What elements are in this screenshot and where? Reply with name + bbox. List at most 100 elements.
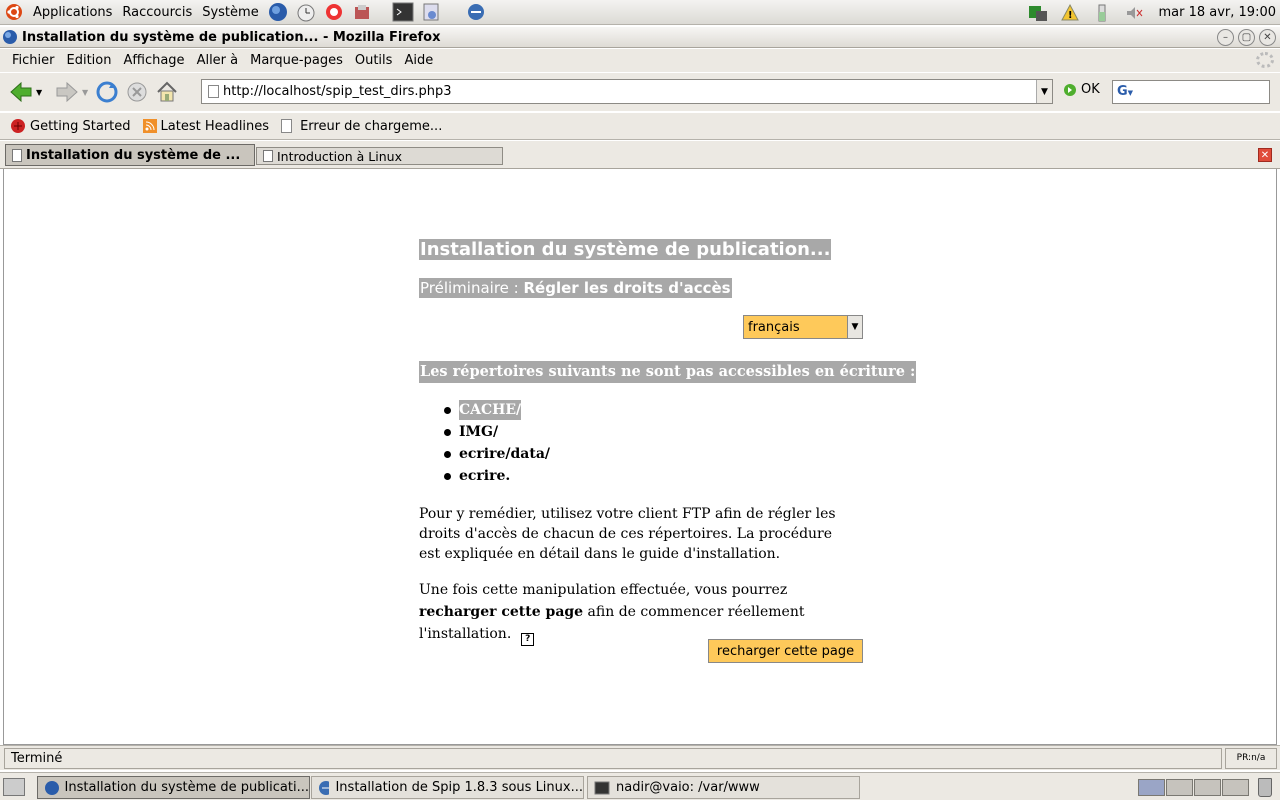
close-tab-icon[interactable]: ✕ [1258,148,1272,162]
tab-introduction-linux[interactable]: Introduction à Linux [256,147,503,165]
instructions-paragraph: Pour y remédier, utilisez votre client F… [419,506,836,562]
menu-help[interactable]: Aide [398,53,439,68]
directories-heading: Les répertoires suivants ne sont pas acc… [419,361,917,383]
gaim-launcher-icon[interactable] [465,1,487,23]
bookmark-latest-headlines[interactable]: Latest Headlines [142,118,270,134]
workspace-4[interactable] [1222,779,1249,796]
list-item: IMG/ [443,421,550,443]
minimize-icon[interactable]: – [1217,29,1234,46]
tab-label: Introduction à Linux [277,148,402,164]
step-title: Régler les droits d'accès [523,279,731,297]
help-lifebuoy-icon[interactable] [323,1,345,23]
help-icon[interactable]: ? [521,632,535,646]
bookmark-label: Erreur de chargeme... [300,118,443,134]
status-text: Terminé [4,748,1222,769]
directory-name: ecrire/data/ [459,446,551,462]
bottom-panel: Installation du système de publicati... … [0,772,1280,800]
page-icon [12,148,22,162]
window-titlebar[interactable]: Installation du système de publication..… [0,27,1280,48]
status-bar: Terminé PR:n/a [0,745,1280,770]
panel-menu-system[interactable]: Système [197,5,263,20]
menu-view[interactable]: Affichage [117,53,190,68]
ubuntu-logo-icon[interactable] [3,1,25,23]
taskbar-item-spip-guide[interactable]: Installation de Spip 1.8.3 sous Linux... [311,776,584,799]
url-history-dropdown-icon[interactable]: ▼ [1036,80,1052,103]
panel-menu-shortcuts[interactable]: Raccourcis [117,5,197,20]
step-prefix: Préliminaire : [420,279,519,297]
go-button[interactable]: OK [1063,82,1100,97]
panel-menu-applications[interactable]: Applications [28,5,117,20]
workspace-3[interactable] [1194,779,1221,796]
search-input[interactable]: G▼ [1112,80,1270,104]
top-panel: Applications Raccourcis Système ! mar 18… [0,0,1280,25]
page-icon [208,85,219,98]
clock-launcher-icon[interactable] [295,1,317,23]
reload-icon[interactable] [92,77,122,107]
network-applet-icon[interactable] [1027,2,1049,24]
status-indicator: PR:n/a [1225,748,1277,769]
show-desktop-icon[interactable] [3,778,25,796]
bookmark-getting-started[interactable]: Getting Started [10,118,131,134]
home-icon[interactable] [152,77,182,107]
tab-installation[interactable]: Installation du système de ... [5,144,255,166]
bookmark-label: Latest Headlines [160,118,270,134]
panel-clock[interactable]: mar 18 avr, 19:00 [1158,5,1276,20]
bookmark-loading-error[interactable]: Erreur de chargeme... [281,119,442,134]
step-heading: Préliminaire : Régler les droits d'accès [419,278,732,298]
taskbar-label: Installation de Spip 1.8.3 sous Linux... [335,780,583,795]
taskbar-item-firefox-install[interactable]: Installation du système de publicati... [37,776,310,799]
forward-history-dropdown-icon[interactable]: ▼ [82,88,92,97]
menu-bookmarks[interactable]: Marque-pages [244,53,349,68]
page-title: Installation du système de publication..… [419,239,832,260]
language-select[interactable]: français ▼ [743,315,863,339]
back-history-dropdown-icon[interactable]: ▼ [36,88,46,97]
taskbar-item-terminal[interactable]: nadir@vaio: /var/www [587,776,860,799]
reload-text-bold: recharger cette page [419,604,584,620]
bookmark-label: Getting Started [30,118,131,134]
directory-name: ecrire. [459,468,511,484]
terminal-launcher-icon[interactable] [392,1,414,23]
page-icon [281,119,293,133]
menu-edit[interactable]: Edition [61,53,118,68]
bookmarks-toolbar: Getting Started Latest Headlines Erreur … [0,112,1280,140]
tab-label: Installation du système de ... [26,147,241,163]
file-browser-launcher-icon[interactable] [420,1,442,23]
go-button-label: OK [1081,82,1100,97]
page-viewport: Installation du système de publication..… [3,169,1277,745]
address-bar[interactable]: ▼ [201,79,1053,104]
close-icon[interactable]: ✕ [1259,29,1276,46]
terminal-icon [594,781,610,794]
reload-text-before: Une fois cette manipulation effectuée, v… [419,582,788,598]
getting-started-icon [11,119,25,133]
throbber-icon [1256,52,1274,68]
svg-text:!: ! [1068,10,1073,21]
maximize-icon[interactable]: ▢ [1238,29,1255,46]
rss-feed-icon [142,119,157,133]
stop-icon[interactable] [122,77,152,107]
firefox-window-icon [2,29,18,45]
menu-go[interactable]: Aller à [191,53,245,68]
chevron-down-icon[interactable]: ▼ [847,316,862,338]
menu-file[interactable]: Fichier [6,53,61,68]
workspace-1[interactable] [1138,779,1165,796]
battery-icon [1091,2,1113,24]
trash-icon[interactable] [1258,778,1272,797]
workspace-2[interactable] [1166,779,1193,796]
page-icon [263,150,273,162]
back-arrow-icon[interactable] [6,77,36,107]
taskbar-label: nadir@vaio: /var/www [616,780,760,795]
reload-page-button[interactable]: recharger cette page [708,639,863,663]
forward-arrow-icon[interactable] [52,77,82,107]
directory-list: CACHE/ IMG/ ecrire/data/ ecrire. [443,399,551,487]
package-launcher-icon[interactable] [351,1,373,23]
update-notifier-icon[interactable]: ! [1059,2,1081,24]
google-search-icon[interactable]: G▼ [1117,84,1133,99]
firefox-launcher-icon[interactable] [267,1,289,23]
list-item: ecrire/data/ [443,443,551,465]
menu-tools[interactable]: Outils [349,53,399,68]
url-input[interactable] [223,84,1023,99]
taskbar-label: Installation du système de publicati... [64,780,309,795]
list-item: CACHE/ [443,399,550,421]
directory-name: CACHE/ [459,400,522,420]
volume-muted-icon[interactable] [1123,2,1145,24]
